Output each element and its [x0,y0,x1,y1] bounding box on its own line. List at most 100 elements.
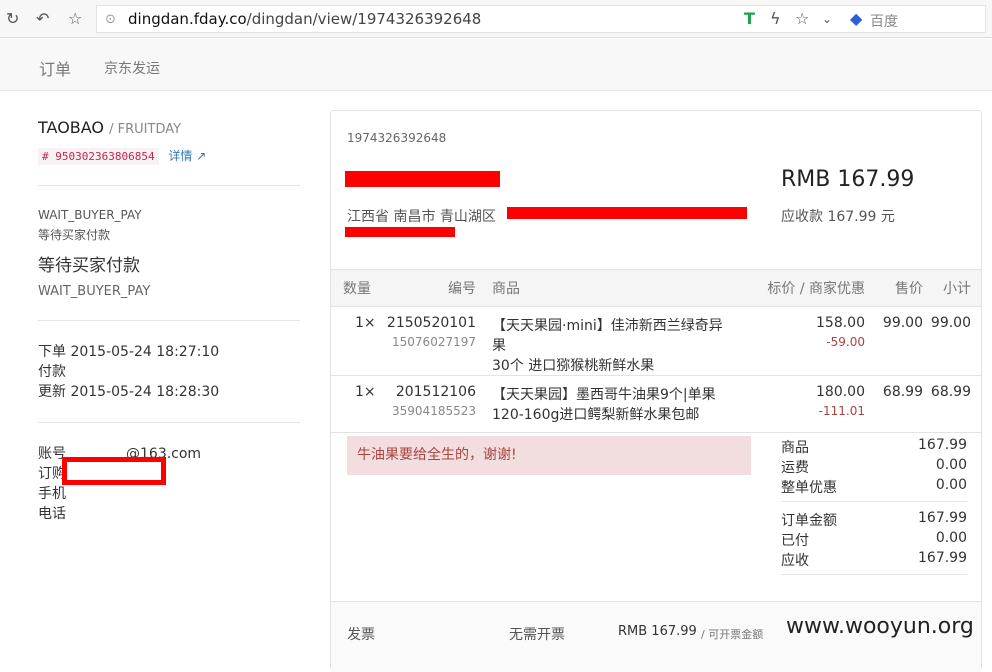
detail-link[interactable]: 详情 ↗ [168,149,206,163]
redaction-box [62,457,166,485]
order-id: 1974326392648 [347,131,447,145]
time-value: 2015-05-24 18:27:10 [70,344,220,360]
divider [38,185,300,186]
summary-label: 应收 [781,553,809,569]
price: 99.00 [865,306,923,376]
product-name-2: 120-160g进口鳄梨新鲜水果包邮 [492,407,700,423]
time-row-created: 下单 2015-05-24 18:27:10 [38,342,300,362]
nav-item-orders[interactable]: 订单 [39,56,71,80]
list-cell: 158.00 -59.00 [725,306,865,376]
product-name: 【天天果园·mini】佳沛新西兰绿奇异果 [492,318,723,354]
summary-label: 商品 [781,440,809,456]
back-icon[interactable]: ↶ [36,11,49,27]
code-cell: 201512106 35904185523 [383,375,476,433]
trade-id-line: # 950302363806854 详情 ↗ [38,147,300,165]
summary-row: 应收 167.99 [781,550,967,570]
summary-block-1: 商品 167.99 运费 0.00 整单优惠 0.00 [781,437,967,497]
time-list: 下单 2015-05-24 18:27:10 付款 更新 2015-05-24 … [38,342,300,402]
time-label: 更新 [38,384,66,400]
baidu-paw-icon: ◆ [850,9,863,28]
discount: -59.00 [826,335,865,349]
price: 68.99 [865,375,923,433]
redaction-address [507,207,747,219]
discount: -111.01 [818,404,865,418]
summary-row: 整单优惠 0.00 [781,477,967,497]
table-row: 1× 2150520101 15076027197 【天天果园·mini】佳沛新西… [331,306,981,376]
buyer-note: 牛油果要给全生的，谢谢! [347,436,751,475]
order-amount: RMB 167.99 [781,167,915,192]
favorite-star-icon[interactable]: ☆ [795,11,809,27]
items-table: 数量 编号 商品 标价 / 商家优惠 售价 小计 1× 2150520101 15… [331,269,981,433]
url-domain: dingdan.fday.co [128,10,247,28]
bookmark-star-icon[interactable]: ☆ [68,11,82,27]
reload-icon[interactable]: ↻ [6,11,19,27]
product-name: 【天天果园】墨西哥牛油果9个|单果 [492,387,716,403]
summary-row: 运费 0.00 [781,457,967,477]
code: 201512106 [395,384,476,400]
detail-link-label: 详情 [168,149,193,163]
order-card: 1974326392648 江西省 南昌市 青山湖区 RMB 167.99 应收… [330,110,982,672]
summary-value: 0.00 [935,530,967,546]
buyer-row-phone: 电话 [38,504,300,524]
subtotal: 99.00 [923,306,981,376]
list-price: 180.00 [816,384,865,400]
time-value: 2015-05-24 18:28:30 [70,384,220,400]
buyer-row-mobile: 手机 [38,484,300,504]
sub-code: 15076027197 [392,335,476,349]
product-name-2: 30个 进口猕猴桃新鲜水果 [492,358,655,374]
redaction-name [345,171,500,187]
time-label: 付款 [38,364,66,380]
status-code: WAIT_BUYER_PAY [38,208,142,222]
col-price: 售价 [865,269,923,307]
nav-item-jd-shipping[interactable]: 京东发运 [104,58,160,78]
qty: 1× [331,375,383,433]
trade-id-tag: # 950302363806854 [38,148,159,165]
order-source-line: TAOBAO / FRUITDAY [38,118,300,137]
invoice-status: 无需开票 [509,627,565,643]
lightning-icon[interactable]: ϟ [770,11,781,27]
col-code: 编号 [383,269,476,307]
product-cell: 【天天果园·mini】佳沛新西兰绿奇异果 30个 进口猕猴桃新鲜水果 [476,306,725,376]
sub-code: 35904185523 [392,404,476,418]
time-row-updated: 更新 2015-05-24 18:28:30 [38,382,300,402]
list-price: 158.00 [816,315,865,331]
chevron-down-icon[interactable]: ⌄ [822,11,832,27]
summary-value: 0.00 [935,477,967,493]
invoice-amount-note: / 可开票金额 [701,628,764,641]
summary-row: 已付 0.00 [781,530,967,550]
summary-row: 商品 167.99 [781,437,967,457]
invoice-label: 发票 [347,627,375,643]
buyer-label: 电话 [38,506,66,522]
subtotal: 68.99 [923,375,981,433]
search-engine-label[interactable]: 百度 [870,11,898,31]
table-row: 1× 201512106 35904185523 【天天果园】墨西哥牛油果9个|单… [331,375,981,433]
redaction-address-2 [345,227,455,237]
summary-value: 167.99 [918,437,967,453]
summary-value: 167.99 [918,550,967,566]
status-cn-small: 等待买家付款 [38,228,111,242]
page-info-icon[interactable]: ⊙ [105,12,116,28]
qty: 1× [331,306,383,376]
summary-block-2: 订单金额 167.99 已付 0.00 应收 167.99 [781,510,967,570]
summary-label: 运费 [781,460,809,476]
list-cell: 180.00 -111.01 [725,375,865,433]
product-cell: 【天天果园】墨西哥牛油果9个|单果 120-160g进口鳄梨新鲜水果包邮 [476,375,725,433]
divider [38,422,300,423]
summary-value: 167.99 [918,510,967,526]
status-cn-large: 等待买家付款 [38,256,140,276]
table-header-row: 数量 编号 商品 标价 / 商家优惠 售价 小计 [331,269,981,307]
invoice-amount: RMB 167.99 [618,624,697,639]
brand-label: / FRUITDAY [109,122,182,137]
status-code-secondary: WAIT_BUYER_PAY [38,284,151,299]
time-row-paid: 付款 [38,362,300,382]
divider [781,501,967,502]
summary-label: 整单优惠 [781,480,837,496]
external-link-icon: ↗ [192,149,207,163]
shield-t-icon[interactable]: T [744,11,755,27]
receivable: 应收款 167.99 元 [781,209,895,225]
divider [38,320,300,321]
url-text[interactable]: dingdan.fday.co/dingdan/view/19743263926… [128,10,481,28]
summary-value: 0.00 [935,457,967,473]
browser-toolbar: ↻ ↶ ☆ ⊙ dingdan.fday.co/dingdan/view/197… [0,0,992,38]
watermark: www.wooyun.org [786,614,974,639]
